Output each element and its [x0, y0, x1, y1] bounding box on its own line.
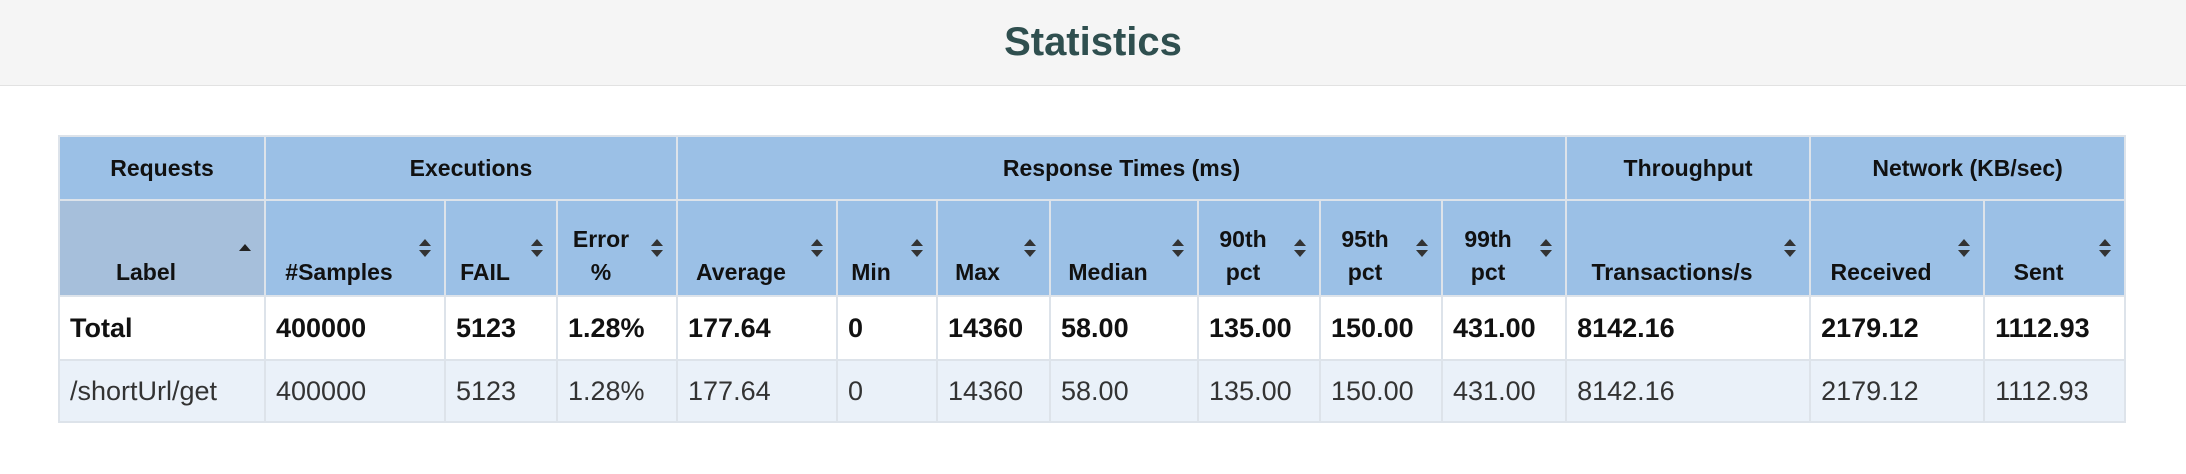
group-requests: Requests: [58, 135, 266, 201]
sort-icon: [418, 237, 432, 259]
total-label: Total: [58, 295, 266, 361]
total-received: 2179.12: [1809, 295, 1986, 361]
column-header-label[interactable]: Label: [58, 199, 266, 297]
total-99th-pct: 431.00: [1441, 295, 1568, 361]
column-90th-pct-text: 90th pct: [1219, 226, 1267, 285]
column-header-error-pct[interactable]: Error %: [555, 199, 679, 297]
page-header: Statistics: [0, 0, 2186, 86]
row-min: 0: [836, 359, 939, 423]
column-header-max[interactable]: Max: [936, 199, 1052, 297]
total-90th-pct: 135.00: [1197, 295, 1322, 361]
column-header-min[interactable]: Min: [836, 199, 939, 297]
column-average-text: Average: [696, 259, 786, 285]
row-95th-pct: 150.00: [1319, 359, 1444, 423]
column-header-sent[interactable]: Sent: [1983, 199, 2127, 297]
total-transactions: 8142.16: [1565, 295, 1812, 361]
column-95th-pct-text: 95th pct: [1341, 226, 1389, 285]
total-error-pct: 1.28%: [555, 295, 679, 361]
column-header-average[interactable]: Average: [676, 199, 839, 297]
group-response-times: Response Times (ms): [676, 135, 1568, 201]
column-header-95th-pct[interactable]: 95th pct: [1319, 199, 1444, 297]
sort-icon: [1957, 237, 1971, 259]
column-header-fail[interactable]: FAIL: [444, 199, 558, 297]
total-row: Total 400000 5123 1.28% 177.64 0 14360 5…: [58, 295, 2127, 361]
row-received: 2179.12: [1809, 359, 1986, 423]
group-executions: Executions: [263, 135, 679, 201]
sort-icon: [1023, 237, 1037, 259]
column-header-samples[interactable]: #Samples: [264, 199, 446, 297]
row-label: /shortUrl/get: [58, 359, 266, 423]
sort-icon: [1783, 237, 1797, 259]
row-fail: 5123: [444, 359, 558, 423]
row-average: 177.64: [676, 359, 839, 423]
total-max: 14360: [936, 295, 1052, 361]
sort-icon: [650, 237, 664, 259]
row-transactions: 8142.16: [1565, 359, 1812, 423]
sort-ascending-icon: [238, 237, 252, 259]
column-received-text: Received: [1830, 259, 1932, 285]
sort-icon: [1171, 237, 1185, 259]
total-sent: 1112.93: [1983, 295, 2127, 361]
total-average: 177.64: [676, 295, 839, 361]
table-row: /shortUrl/get 400000 5123 1.28% 177.64 0…: [58, 359, 2127, 423]
column-samples-text: #Samples: [285, 259, 393, 285]
group-throughput: Throughput: [1565, 135, 1812, 201]
sort-icon: [1539, 237, 1553, 259]
column-error-pct-text: Error %: [572, 226, 630, 285]
total-95th-pct: 150.00: [1319, 295, 1444, 361]
statistics-table: Requests Executions Response Times (ms) …: [58, 135, 2127, 423]
sort-icon: [910, 237, 924, 259]
row-99th-pct: 431.00: [1441, 359, 1568, 423]
sort-icon: [810, 237, 824, 259]
total-min: 0: [836, 295, 939, 361]
column-header-99th-pct[interactable]: 99th pct: [1441, 199, 1568, 297]
column-header-transactions[interactable]: Transactions/s: [1565, 199, 1812, 297]
group-network: Network (KB/sec): [1809, 135, 2127, 201]
sort-icon: [530, 237, 544, 259]
column-header-received[interactable]: Received: [1809, 199, 1986, 297]
column-header-median[interactable]: Median: [1049, 199, 1200, 297]
page-title: Statistics: [1004, 20, 1182, 64]
row-max: 14360: [936, 359, 1052, 423]
sort-icon: [1415, 237, 1429, 259]
column-header-90th-pct[interactable]: 90th pct: [1197, 199, 1322, 297]
row-90th-pct: 135.00: [1197, 359, 1322, 423]
statistics-table-container: Requests Executions Response Times (ms) …: [58, 135, 2127, 423]
column-transactions-text: Transactions/s: [1591, 259, 1753, 285]
row-sent: 1112.93: [1983, 359, 2127, 423]
total-samples: 400000: [264, 295, 446, 361]
column-fail-text: FAIL: [460, 259, 510, 285]
total-median: 58.00: [1049, 295, 1200, 361]
sort-icon: [1293, 237, 1307, 259]
total-fail: 5123: [444, 295, 558, 361]
column-max-text: Max: [955, 259, 1000, 285]
column-sent-text: Sent: [2013, 259, 2064, 285]
column-min-text: Min: [851, 259, 891, 285]
row-median: 58.00: [1049, 359, 1200, 423]
column-median-text: Median: [1068, 259, 1148, 285]
row-error-pct: 1.28%: [555, 359, 679, 423]
sort-icon: [2098, 237, 2112, 259]
column-header-row: Label #Samples FAIL Error % Average Min …: [58, 199, 2127, 297]
column-label-text: Label: [115, 259, 177, 285]
row-samples: 400000: [264, 359, 446, 423]
group-header-row: Requests Executions Response Times (ms) …: [58, 135, 2127, 201]
column-99th-pct-text: 99th pct: [1464, 226, 1512, 285]
